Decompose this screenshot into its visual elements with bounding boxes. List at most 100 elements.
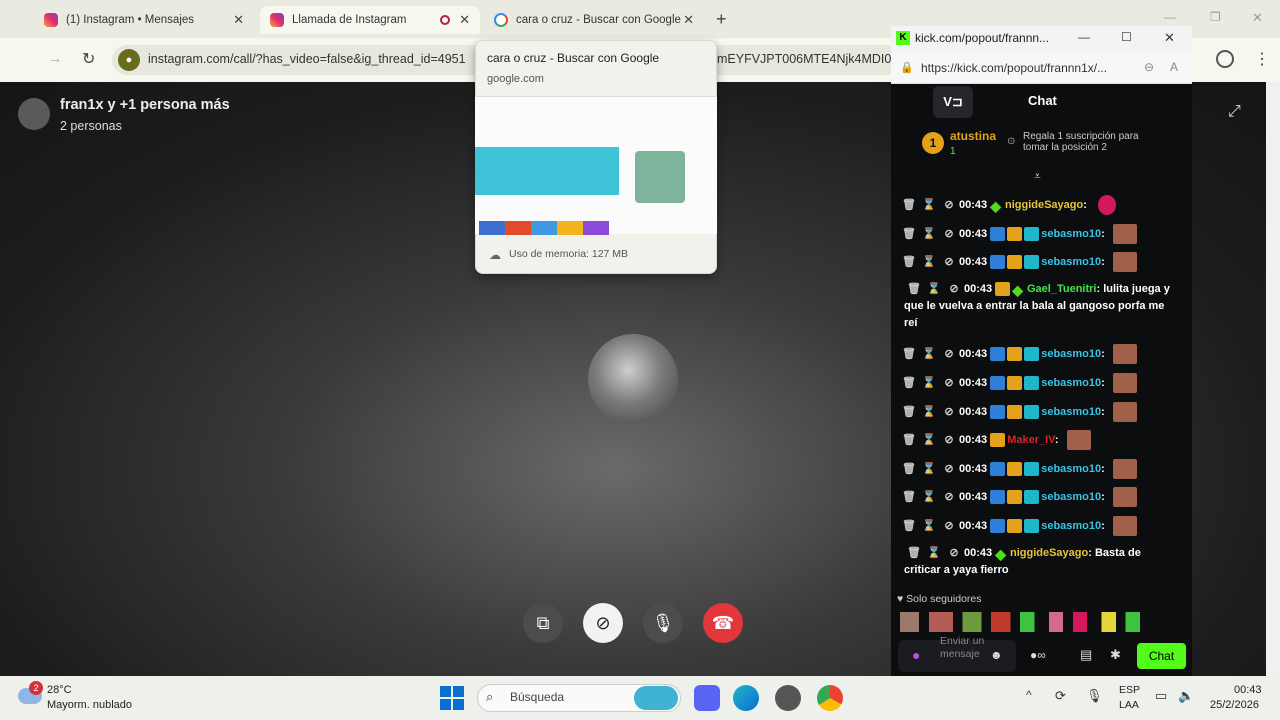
sync-icon[interactable]: ⟳ bbox=[1055, 688, 1066, 704]
delete-icon[interactable]: 🗑 bbox=[899, 226, 919, 243]
delete-icon[interactable]: 🗑 bbox=[899, 375, 919, 392]
steam-icon[interactable] bbox=[775, 685, 801, 711]
timeout-icon[interactable]: ⌛ bbox=[919, 404, 939, 421]
profile-icon[interactable] bbox=[1216, 50, 1234, 68]
ban-icon[interactable]: ⊘ bbox=[944, 281, 964, 298]
tab-google-search[interactable]: cara o cruz - Buscar con Google ✕ bbox=[484, 6, 704, 34]
zoom-icon[interactable]: ⊖ bbox=[1144, 60, 1154, 74]
ban-icon[interactable]: ⊘ bbox=[939, 461, 959, 478]
timeout-icon[interactable]: ⌛ bbox=[919, 346, 939, 363]
timeout-icon[interactable]: ⌛ bbox=[919, 197, 939, 214]
message-user[interactable]: sebasmo10 bbox=[1041, 406, 1101, 418]
message-user[interactable]: sebasmo10 bbox=[1041, 228, 1101, 240]
reader-icon[interactable]: A bbox=[1170, 60, 1178, 74]
language-code[interactable]: ESP bbox=[1119, 684, 1140, 696]
network-icon[interactable]: ▭ bbox=[1155, 688, 1167, 704]
tab-instagram-messages[interactable]: (1) Instagram • Mensajes ✕ bbox=[34, 6, 254, 34]
new-tab-button[interactable]: + bbox=[716, 9, 727, 30]
reload-icon[interactable]: ↻ bbox=[82, 49, 95, 69]
close-tab-icon[interactable]: ✕ bbox=[459, 12, 470, 28]
delete-icon[interactable]: 🗑 bbox=[899, 489, 919, 506]
ban-icon[interactable]: ⊘ bbox=[939, 346, 959, 363]
emoji-icon[interactable]: ☻ bbox=[990, 648, 1003, 662]
ban-icon[interactable]: ⊘ bbox=[939, 375, 959, 392]
scrollbar[interactable] bbox=[1266, 82, 1280, 676]
message-user[interactable]: Gael_Tuenitri bbox=[1027, 283, 1096, 295]
kick-maximize-icon[interactable]: ☐ bbox=[1121, 30, 1132, 44]
microphone-permission-icon[interactable]: ● bbox=[118, 49, 140, 71]
delete-icon[interactable]: 🗑 bbox=[904, 545, 924, 562]
ban-icon[interactable]: ⊘ bbox=[944, 545, 964, 562]
delete-icon[interactable]: 🗑 bbox=[899, 254, 919, 271]
ban-icon[interactable]: ⊘ bbox=[939, 226, 959, 243]
ban-icon[interactable]: ⊘ bbox=[939, 432, 959, 449]
message-user[interactable]: sebasmo10 bbox=[1041, 348, 1101, 360]
end-call-button[interactable]: ☎ bbox=[703, 603, 743, 643]
microphone-icon[interactable]: ● bbox=[912, 647, 920, 663]
windows-start-icon[interactable] bbox=[440, 686, 464, 710]
gift-subscription-text[interactable]: Regala 1 suscripción para tomar la posic… bbox=[1023, 131, 1163, 153]
timeout-icon[interactable]: ⌛ bbox=[924, 545, 944, 562]
timeout-icon[interactable]: ⌛ bbox=[919, 432, 939, 449]
message-user[interactable]: niggideSayago bbox=[1010, 547, 1088, 559]
timeout-icon[interactable]: ⌛ bbox=[919, 226, 939, 243]
timeout-icon[interactable]: ⌛ bbox=[924, 281, 944, 298]
store-icon[interactable]: ▤ bbox=[1080, 647, 1092, 663]
tab-instagram-call[interactable]: Llamada de Instagram ✕ bbox=[260, 6, 480, 34]
instagram-icon bbox=[44, 13, 58, 27]
delete-icon[interactable]: 🗑 bbox=[904, 281, 924, 298]
timeout-icon[interactable]: ⌛ bbox=[919, 375, 939, 392]
kick-close-icon[interactable]: ✕ bbox=[1164, 30, 1175, 46]
message-user[interactable]: sebasmo10 bbox=[1041, 377, 1101, 389]
message-user[interactable]: sebasmo10 bbox=[1041, 463, 1101, 475]
timeout-icon[interactable]: ⌛ bbox=[919, 254, 939, 271]
discord-icon[interactable] bbox=[694, 685, 720, 711]
delete-icon[interactable]: 🗑 bbox=[899, 404, 919, 421]
clock-time[interactable]: 00:43 bbox=[1234, 684, 1262, 696]
fullscreen-icon[interactable]: ⤢ bbox=[1228, 103, 1241, 121]
delete-icon[interactable]: 🗑 bbox=[899, 461, 919, 478]
chevron-up-icon[interactable]: ^ bbox=[1026, 688, 1032, 702]
close-window-icon[interactable]: ✕ bbox=[1252, 10, 1263, 26]
share-screen-button[interactable]: ⧉ bbox=[523, 603, 563, 643]
keyboard-layout[interactable]: LAA bbox=[1119, 699, 1139, 711]
delete-icon[interactable]: 🗑 bbox=[899, 518, 919, 535]
pinned-chevron-icon[interactable]: ⩡ bbox=[1034, 169, 1041, 184]
gear-icon[interactable]: ✱ bbox=[1110, 647, 1121, 663]
send-chat-button[interactable]: Chat bbox=[1137, 643, 1186, 669]
clock-date[interactable]: 25/2/2026 bbox=[1210, 699, 1259, 711]
users-icon[interactable]: ●∞ bbox=[1030, 648, 1046, 662]
timeout-icon[interactable]: ⌛ bbox=[919, 461, 939, 478]
message-user[interactable]: sebasmo10 bbox=[1041, 256, 1101, 268]
delete-icon[interactable]: 🗑 bbox=[899, 432, 919, 449]
maximize-window-icon[interactable]: ❐ bbox=[1210, 10, 1221, 24]
message-user[interactable]: Maker_IV bbox=[1007, 434, 1055, 446]
message-user[interactable]: sebasmo10 bbox=[1041, 520, 1101, 532]
ban-icon[interactable]: ⊘ bbox=[939, 404, 959, 421]
menu-icon[interactable]: ⋮ bbox=[1254, 49, 1270, 69]
delete-icon[interactable]: 🗑 bbox=[899, 346, 919, 363]
edge-icon[interactable] bbox=[733, 685, 759, 711]
delete-icon[interactable]: 🗑 bbox=[899, 197, 919, 214]
microphone-button[interactable]: 🎙 bbox=[643, 603, 683, 643]
timeout-icon[interactable]: ⌛ bbox=[919, 489, 939, 506]
close-tab-icon[interactable]: ✕ bbox=[233, 12, 244, 28]
chat-message: 🗑 ⌛ ⊘ 00:43 sebasmo10: bbox=[899, 459, 1179, 479]
message-user[interactable]: niggideSayago bbox=[1005, 199, 1083, 211]
ban-icon[interactable]: ⊘ bbox=[939, 489, 959, 506]
timeout-icon[interactable]: ⌛ bbox=[919, 518, 939, 535]
camera-off-button[interactable]: ⊘ bbox=[583, 603, 623, 643]
volume-icon[interactable]: 🔈 bbox=[1178, 688, 1194, 704]
minimize-window-icon[interactable]: — bbox=[1164, 10, 1176, 24]
chrome-icon[interactable] bbox=[817, 685, 843, 711]
kick-minimize-icon[interactable]: — bbox=[1078, 30, 1090, 44]
chat-toggle-icon[interactable]: V⊐ bbox=[933, 86, 973, 118]
tray-microphone-icon[interactable]: 🎙 bbox=[1086, 688, 1103, 704]
close-tab-icon[interactable]: ✕ bbox=[683, 12, 694, 28]
emote-bar[interactable] bbox=[900, 612, 1140, 632]
forward-icon[interactable]: → bbox=[48, 50, 62, 66]
ban-icon[interactable]: ⊘ bbox=[939, 254, 959, 271]
ban-icon[interactable]: ⊘ bbox=[939, 518, 959, 535]
ban-icon[interactable]: ⊘ bbox=[939, 197, 959, 214]
message-user[interactable]: sebasmo10 bbox=[1041, 491, 1101, 503]
